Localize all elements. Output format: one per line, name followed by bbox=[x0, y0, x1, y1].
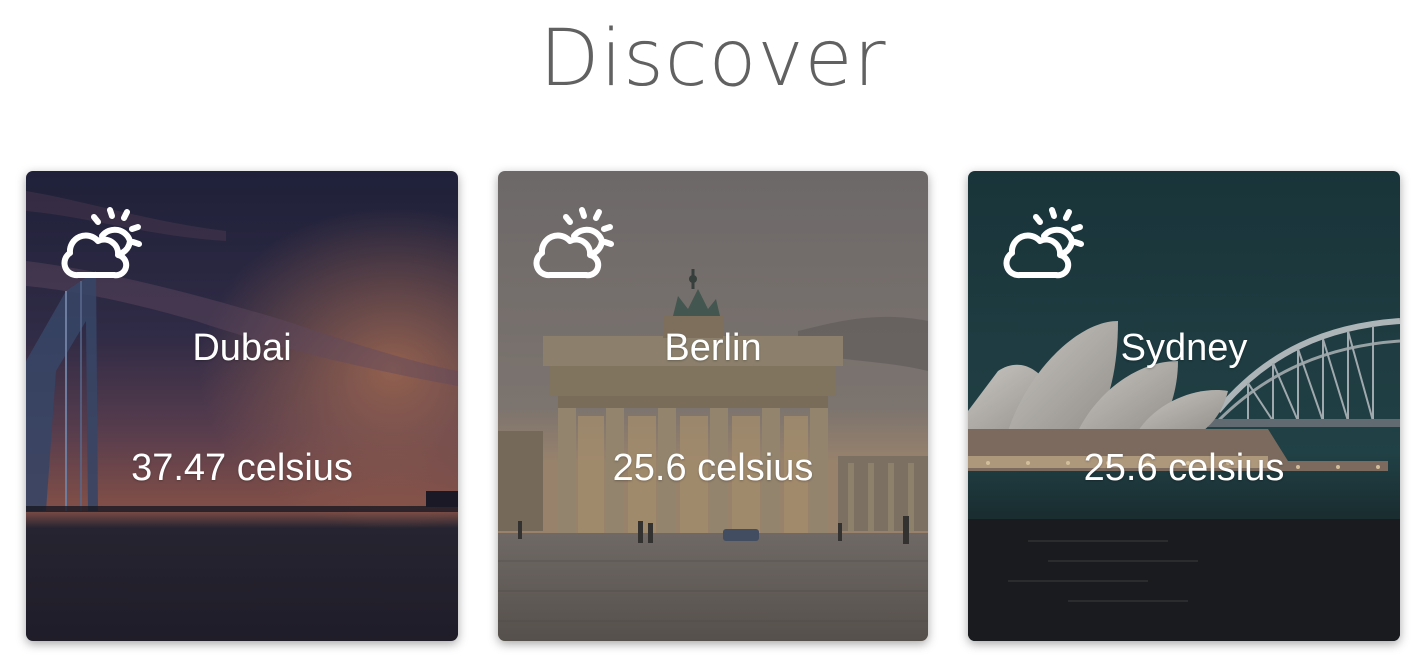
city-name: Sydney bbox=[1120, 327, 1248, 369]
city-card-berlin[interactable]: Berlin 25.6 celsius bbox=[498, 171, 928, 641]
city-cards: Dubai 37.47 celsius Berlin 25.6 celsius … bbox=[0, 171, 1426, 641]
discover-page: Discover Dubai 37.47 celsius Berlin 25.6… bbox=[0, 0, 1426, 660]
city-temperature: 25.6 celsius bbox=[612, 447, 814, 489]
city-card-sydney[interactable]: Sydney 25.6 celsius bbox=[968, 171, 1400, 641]
partly-cloudy-sun-icon bbox=[1003, 207, 1084, 279]
city-card-dubai[interactable]: Dubai 37.47 celsius bbox=[26, 171, 458, 641]
partly-cloudy-sun-icon bbox=[533, 207, 614, 279]
city-temperature: 25.6 celsius bbox=[1083, 447, 1285, 489]
city-name: Dubai bbox=[192, 327, 292, 369]
city-temperature: 37.47 celsius bbox=[131, 447, 353, 489]
city-name: Berlin bbox=[664, 327, 762, 369]
page-title: Discover bbox=[539, 14, 887, 104]
partly-cloudy-sun-icon bbox=[61, 207, 142, 279]
